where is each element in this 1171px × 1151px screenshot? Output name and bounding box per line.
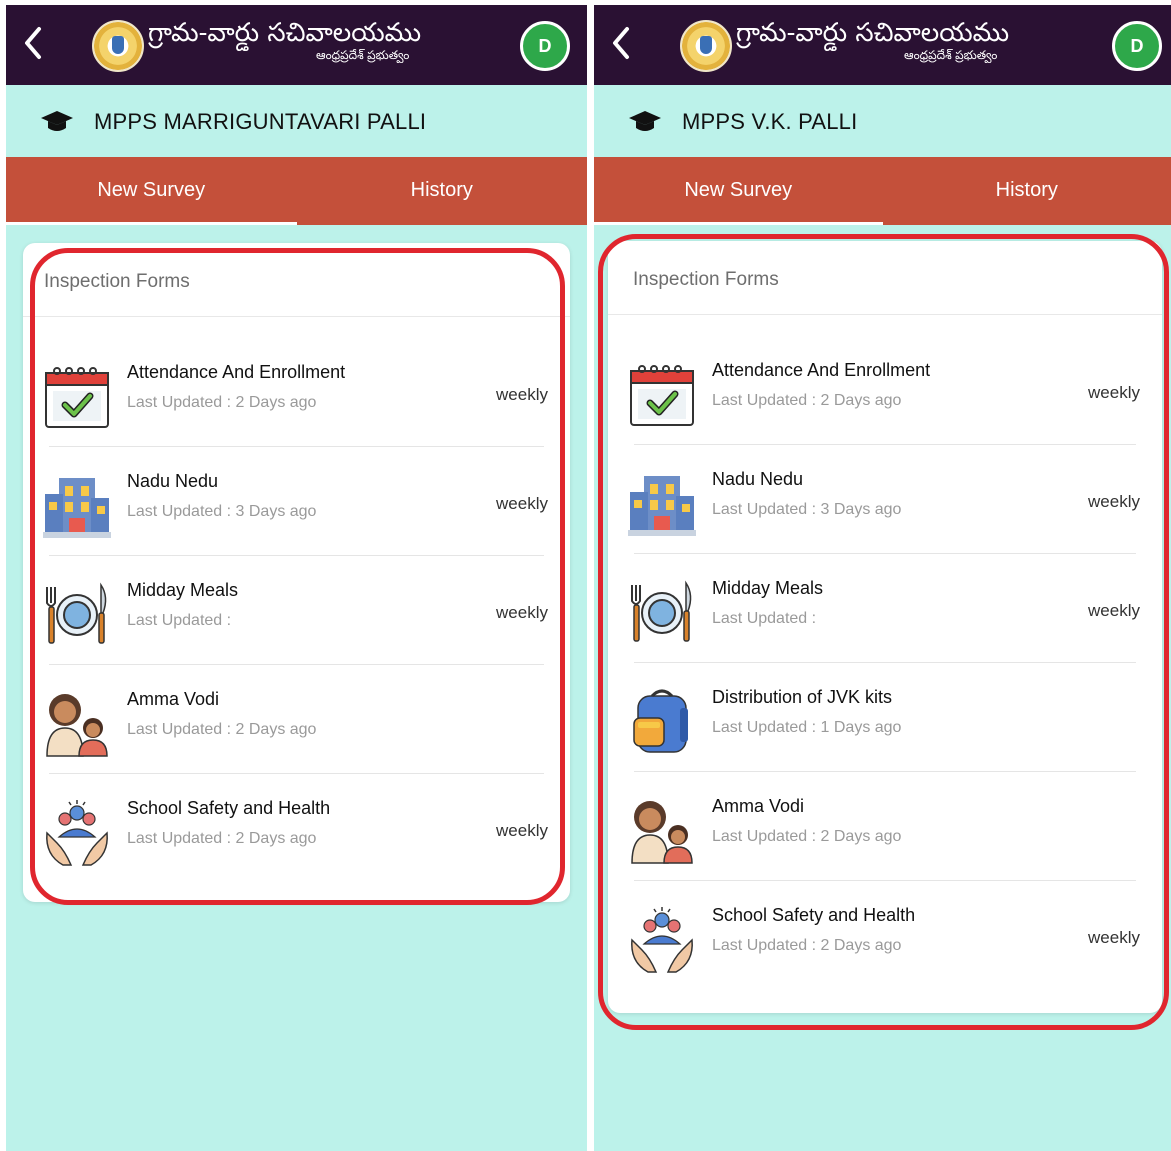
form-last-updated: Last Updated : 2 Days ago [127,394,317,411]
card-header: Inspection Forms [23,243,570,317]
form-name: Midday Meals [127,580,239,600]
backpack-icon [628,688,696,756]
tab-new-survey[interactable]: New Survey [6,157,297,225]
form-last-updated: Last Updated : [127,612,232,629]
ap-emblem-logo [92,20,144,72]
form-name: Nadu Nedu [712,469,804,489]
form-frequency: weekly [1088,601,1140,620]
app-title: గ్రామ-వార్డు సచివాలయము [148,18,422,48]
form-frequency: weekly [496,385,548,404]
school-name: MPPS V.K. PALLI [682,109,858,134]
form-frequency: weekly [1088,492,1140,511]
safety-hands-icon [628,906,696,974]
card-title: Inspection Forms [633,269,779,290]
form-list-item[interactable]: Attendance And Enrollment Last Updated : … [23,338,570,447]
school-name: MPPS MARRIGUNTAVARI PALLI [94,109,427,134]
form-list-item[interactable]: Midday Meals Last Updated : weekly [23,556,570,665]
app-title: గ్రామ-వార్డు సచివాలయము [736,18,1010,48]
school-header: MPPS V.K. PALLI [594,85,1171,157]
form-frequency: weekly [1088,383,1140,402]
meal-plate-icon [43,581,111,649]
form-last-updated: Last Updated : 3 Days ago [127,503,317,520]
meal-plate-icon [628,579,696,647]
safety-hands-icon [43,799,111,867]
app-subtitle: ఆంధ్రప్రదేశ్ ప్రభుత్వం [904,48,998,62]
form-last-updated: Last Updated : 2 Days ago [127,721,317,738]
form-list-item[interactable]: Midday Meals Last Updated : weekly [608,554,1162,663]
form-last-updated: Last Updated : 2 Days ago [712,392,902,409]
form-list-item[interactable]: School Safety and Health Last Updated : 2… [608,881,1162,990]
active-tab-indicator [6,222,297,225]
card-header: Inspection Forms [608,241,1162,315]
tab-history[interactable]: History [883,157,1171,225]
form-name: Distribution of JVK kits [712,687,893,707]
form-list-item[interactable]: Amma Vodi Last Updated : 2 Days ago [23,665,570,774]
graduation-cap-icon [629,111,661,131]
school-building-icon [43,472,111,540]
form-name: Midday Meals [712,578,824,598]
mother-child-icon [43,690,111,758]
tab-bar: New Survey History [594,157,1171,225]
back-arrow-icon[interactable] [20,25,54,65]
graduation-cap-icon [41,111,73,131]
form-list-item[interactable]: School Safety and Health Last Updated : 2… [23,774,570,883]
form-list-item[interactable]: Amma Vodi Last Updated : 2 Days ago [608,772,1162,881]
app-subtitle: ఆంధ్రప్రదేశ్ ప్రభుత్వం [316,48,410,62]
form-list-item[interactable]: Nadu Nedu Last Updated : 3 Days ago weekly [608,445,1162,554]
school-header: MPPS MARRIGUNTAVARI PALLI [6,85,587,157]
form-frequency: weekly [496,603,548,622]
app-bar: గ్రామ-వార్డు సచివాలయము ఆంధ్రప్రదేశ్ ప్రభ… [594,5,1171,85]
inspection-forms-card: Inspection Forms Attendance And Enrollme… [23,243,570,902]
form-last-updated: Last Updated : 2 Days ago [127,830,317,847]
inspection-forms-card: Inspection Forms Attendance And Enrollme… [608,241,1162,1013]
right-phone-screen: గ్రామ-వార్డు సచివాలయము ఆంధ్రప్రదేశ్ ప్రభ… [594,5,1171,1151]
form-last-updated: Last Updated : 1 Days ago [712,719,902,736]
form-name: Nadu Nedu [127,471,219,491]
mother-child-icon [628,797,696,865]
form-last-updated: Last Updated : 2 Days ago [712,828,902,845]
form-last-updated: Last Updated : [712,610,817,627]
tab-new-survey[interactable]: New Survey [594,157,883,225]
calendar-check-icon [43,363,111,431]
calendar-check-icon [628,361,696,429]
form-list-item[interactable]: Attendance And Enrollment Last Updated : … [608,336,1162,445]
form-name: School Safety and Health [127,798,331,818]
form-list-item[interactable]: Nadu Nedu Last Updated : 3 Days ago weekly [23,447,570,556]
school-building-icon [628,470,696,538]
form-name: School Safety and Health [712,905,916,925]
back-arrow-icon[interactable] [608,25,642,65]
form-name: Attendance And Enrollment [127,362,346,382]
tab-bar: New Survey History [6,157,587,225]
form-last-updated: Last Updated : 3 Days ago [712,501,902,518]
form-name: Amma Vodi [127,689,220,709]
app-bar: గ్రామ-వార్డు సచివాలయము ఆంధ్రప్రదేశ్ ప్రభ… [6,5,587,85]
form-frequency: weekly [496,821,548,840]
user-avatar[interactable]: D [520,21,570,71]
tab-history[interactable]: History [297,157,588,225]
form-list-item[interactable]: Distribution of JVK kits Last Updated : 1… [608,663,1162,772]
form-frequency: weekly [1088,928,1140,947]
form-last-updated: Last Updated : 2 Days ago [712,937,902,954]
card-title: Inspection Forms [44,271,190,292]
active-tab-indicator [594,222,883,225]
comparison-screenshot: గ్రామ-వార్డు సచివాలయము ఆంధ్రప్రదేశ్ ప్రభ… [0,0,1171,1151]
user-avatar[interactable]: D [1112,21,1162,71]
form-name: Amma Vodi [712,796,805,816]
left-phone-screen: గ్రామ-వార్డు సచివాలయము ఆంధ్రప్రదేశ్ ప్రభ… [6,5,587,1151]
form-frequency: weekly [496,494,548,513]
ap-emblem-logo [680,20,732,72]
form-name: Attendance And Enrollment [712,360,931,380]
